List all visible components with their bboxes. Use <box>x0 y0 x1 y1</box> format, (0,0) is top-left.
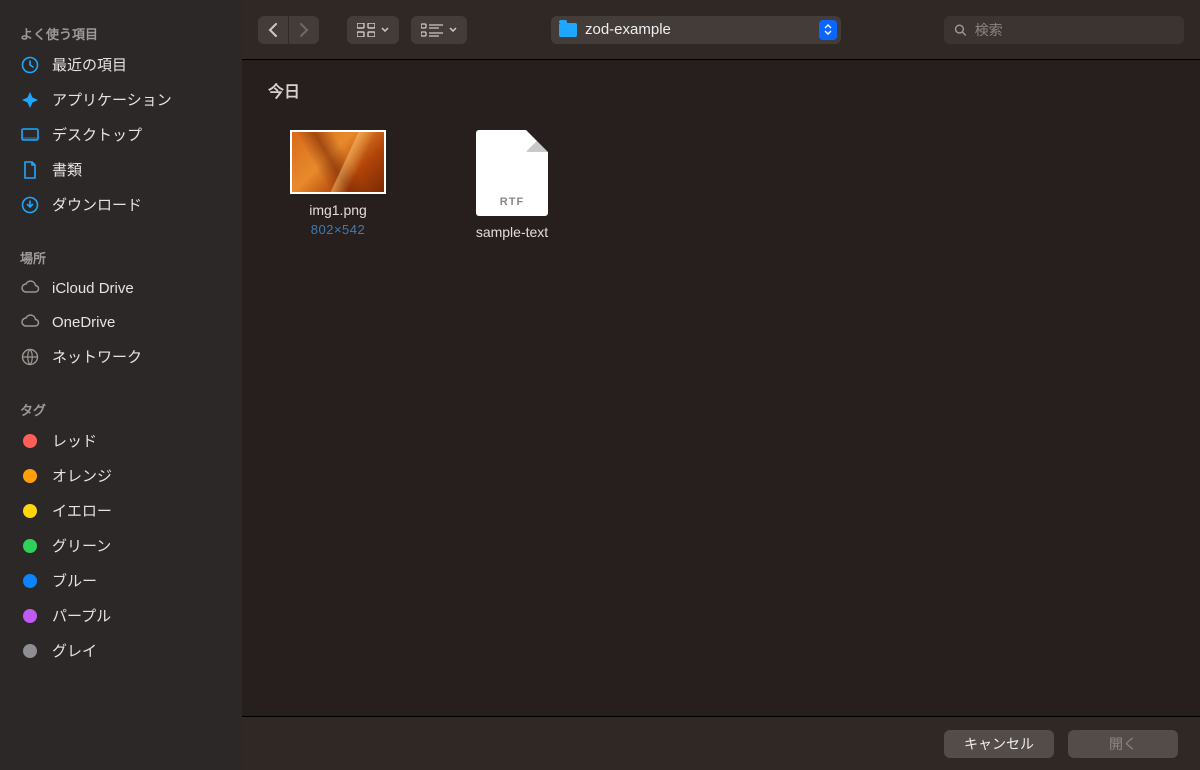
current-folder-name: zod-example <box>585 21 671 38</box>
grid-icon <box>357 23 375 37</box>
sidebar: よく使う項目 最近の項目 アプリケーション デスクトップ 書類 ダウンロード 場… <box>0 0 242 770</box>
file-dimensions: 802×542 <box>311 222 365 237</box>
dialog-footer: キャンセル 開く <box>242 716 1200 770</box>
sidebar-favorites-header: よく使う項目 <box>0 18 242 47</box>
sidebar-item-desktop[interactable]: デスクトップ <box>0 117 242 152</box>
sidebar-item-label: グリーン <box>52 535 111 556</box>
sidebar-item-label: iCloud Drive <box>52 280 134 297</box>
sidebar-item-onedrive[interactable]: OneDrive <box>0 305 242 339</box>
file-type-badge: RTF <box>500 196 524 208</box>
cloud-icon <box>20 312 40 332</box>
sidebar-item-label: レッド <box>52 430 97 451</box>
back-button[interactable] <box>258 16 288 44</box>
sidebar-item-label: ネットワーク <box>52 346 142 367</box>
sidebar-tag-gray[interactable]: グレイ <box>0 633 242 668</box>
sidebar-tag-red[interactable]: レッド <box>0 423 242 458</box>
sidebar-locations-header: 場所 <box>0 242 242 271</box>
folder-path-select[interactable]: zod-example <box>551 16 841 44</box>
cancel-button[interactable]: キャンセル <box>944 730 1054 758</box>
chevron-right-icon <box>299 23 309 37</box>
sidebar-item-label: デスクトップ <box>52 124 142 145</box>
chevron-left-icon <box>268 23 278 37</box>
sidebar-tag-purple[interactable]: パープル <box>0 598 242 633</box>
sidebar-item-label: イエロー <box>52 500 112 521</box>
desktop-icon <box>20 125 40 145</box>
sidebar-item-network[interactable]: ネットワーク <box>0 339 242 374</box>
globe-icon <box>20 347 40 367</box>
tag-dot-icon <box>20 571 40 591</box>
sidebar-item-documents[interactable]: 書類 <box>0 152 242 187</box>
file-name: sample-text <box>476 224 548 240</box>
tag-dot-icon <box>20 536 40 556</box>
sidebar-item-label: 最近の項目 <box>52 54 127 75</box>
view-icons-button[interactable] <box>347 16 399 44</box>
sidebar-tags-header: タグ <box>0 394 242 423</box>
tag-dot-icon <box>20 466 40 486</box>
file-item-image[interactable]: img1.png 802×542 <box>278 130 398 240</box>
sidebar-tag-orange[interactable]: オレンジ <box>0 458 242 493</box>
updown-icon <box>819 20 837 40</box>
open-button[interactable]: 開く <box>1068 730 1178 758</box>
chevron-down-icon <box>449 27 457 32</box>
group-button[interactable] <box>411 16 467 44</box>
search-icon <box>954 23 967 37</box>
cloud-icon <box>20 278 40 298</box>
tag-dot-icon <box>20 606 40 626</box>
download-icon <box>20 195 40 215</box>
sidebar-item-label: ブルー <box>52 570 97 591</box>
forward-button[interactable] <box>288 16 319 44</box>
image-thumbnail <box>290 130 386 194</box>
file-name: img1.png <box>309 202 367 218</box>
main-panel: zod-example 今日 img1.png 802×542 RTF <box>242 0 1200 770</box>
sidebar-item-label: アプリケーション <box>52 89 172 110</box>
tag-dot-icon <box>20 501 40 521</box>
sidebar-tag-green[interactable]: グリーン <box>0 528 242 563</box>
document-thumbnail: RTF <box>476 130 548 216</box>
tag-dot-icon <box>20 431 40 451</box>
sidebar-item-label: グレイ <box>52 640 97 661</box>
group-icon <box>421 23 443 37</box>
sidebar-item-downloads[interactable]: ダウンロード <box>0 187 242 222</box>
search-field[interactable] <box>944 16 1184 44</box>
clock-icon <box>20 55 40 75</box>
sidebar-item-label: 書類 <box>52 159 82 180</box>
search-input[interactable] <box>975 22 1174 38</box>
sidebar-item-recents[interactable]: 最近の項目 <box>0 47 242 82</box>
sidebar-tag-yellow[interactable]: イエロー <box>0 493 242 528</box>
sidebar-tag-blue[interactable]: ブルー <box>0 563 242 598</box>
sidebar-item-label: パープル <box>52 605 111 626</box>
folder-icon <box>559 23 577 37</box>
file-item-rtf[interactable]: RTF sample-text <box>452 130 572 240</box>
toolbar: zod-example <box>242 0 1200 60</box>
sidebar-item-label: ダウンロード <box>52 194 142 215</box>
tag-dot-icon <box>20 641 40 661</box>
apps-icon <box>20 90 40 110</box>
section-title: 今日 <box>268 78 1174 102</box>
sidebar-item-label: OneDrive <box>52 314 115 331</box>
sidebar-item-icloud[interactable]: iCloud Drive <box>0 271 242 305</box>
sidebar-item-label: オレンジ <box>52 465 112 486</box>
chevron-down-icon <box>381 27 389 32</box>
doc-icon <box>20 160 40 180</box>
sidebar-item-applications[interactable]: アプリケーション <box>0 82 242 117</box>
nav-buttons <box>258 16 319 44</box>
file-browser: 今日 img1.png 802×542 RTF sample-text <box>242 60 1200 716</box>
